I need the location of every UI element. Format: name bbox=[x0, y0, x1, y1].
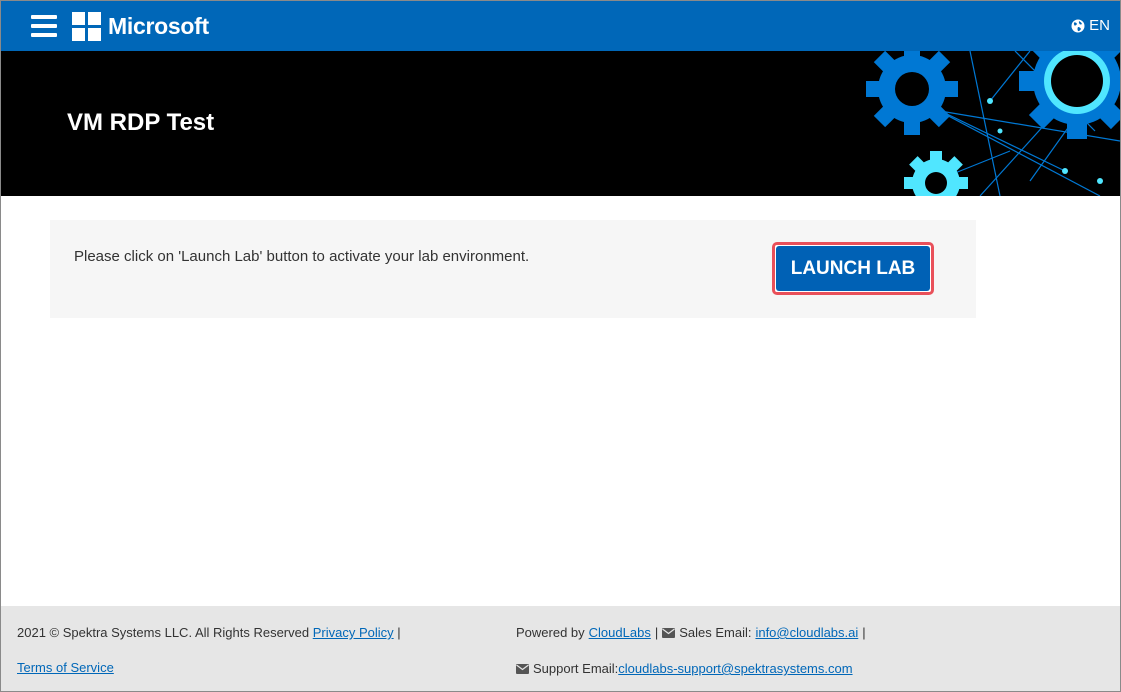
separator: | bbox=[397, 625, 401, 640]
sales-email-label: Sales Email: bbox=[679, 625, 752, 640]
separator: | bbox=[862, 625, 866, 640]
microsoft-logo-icon bbox=[72, 12, 101, 41]
page-footer: 2021 © Spektra Systems LLC. All Rights R… bbox=[1, 606, 1120, 691]
launch-lab-button-label: LAUNCH LAB bbox=[776, 246, 930, 291]
support-email-label: Support Email: bbox=[533, 661, 619, 676]
privacy-policy-link[interactable]: Privacy Policy bbox=[313, 625, 394, 640]
separator: | bbox=[654, 625, 659, 640]
launch-instructions: Please click on 'Launch Lab' button to a… bbox=[74, 248, 530, 265]
copyright-text: 2021 © Spektra Systems LLC. All Rights R… bbox=[17, 625, 310, 640]
language-selector[interactable]: EN bbox=[1071, 17, 1110, 35]
lab-banner: VM RDP Test bbox=[1, 51, 1120, 196]
terms-of-service-link[interactable]: Terms of Service bbox=[17, 660, 114, 675]
envelope-icon bbox=[516, 664, 529, 674]
sales-email-link[interactable]: info@cloudlabs.ai bbox=[755, 625, 858, 641]
footer-support-line: Support Email: cloudlabs-support@spektra… bbox=[516, 661, 853, 677]
envelope-icon bbox=[662, 628, 676, 638]
lab-title: VM RDP Test bbox=[67, 109, 215, 136]
footer-powered-line: Powered by CloudLabs | Sales Email: info… bbox=[516, 625, 866, 641]
language-label: EN bbox=[1089, 17, 1110, 34]
top-nav-bar: Microsoft EN bbox=[1, 1, 1120, 51]
footer-terms-line: Terms of Service bbox=[17, 660, 114, 676]
globe-icon bbox=[1071, 19, 1085, 33]
powered-by-text: Powered by bbox=[516, 625, 585, 640]
hamburger-menu-icon[interactable] bbox=[31, 15, 57, 37]
gears-illustration-icon bbox=[866, 51, 1120, 196]
support-email-link[interactable]: cloudlabs-support@spektrasystems.com bbox=[618, 661, 852, 677]
launch-lab-panel: Please click on 'Launch Lab' button to a… bbox=[50, 220, 976, 318]
footer-copyright-line: 2021 © Spektra Systems LLC. All Rights R… bbox=[17, 625, 401, 641]
brand-name: Microsoft bbox=[108, 13, 209, 39]
cloudlabs-link[interactable]: CloudLabs bbox=[589, 625, 651, 641]
launch-lab-button[interactable]: LAUNCH LAB bbox=[772, 242, 934, 295]
